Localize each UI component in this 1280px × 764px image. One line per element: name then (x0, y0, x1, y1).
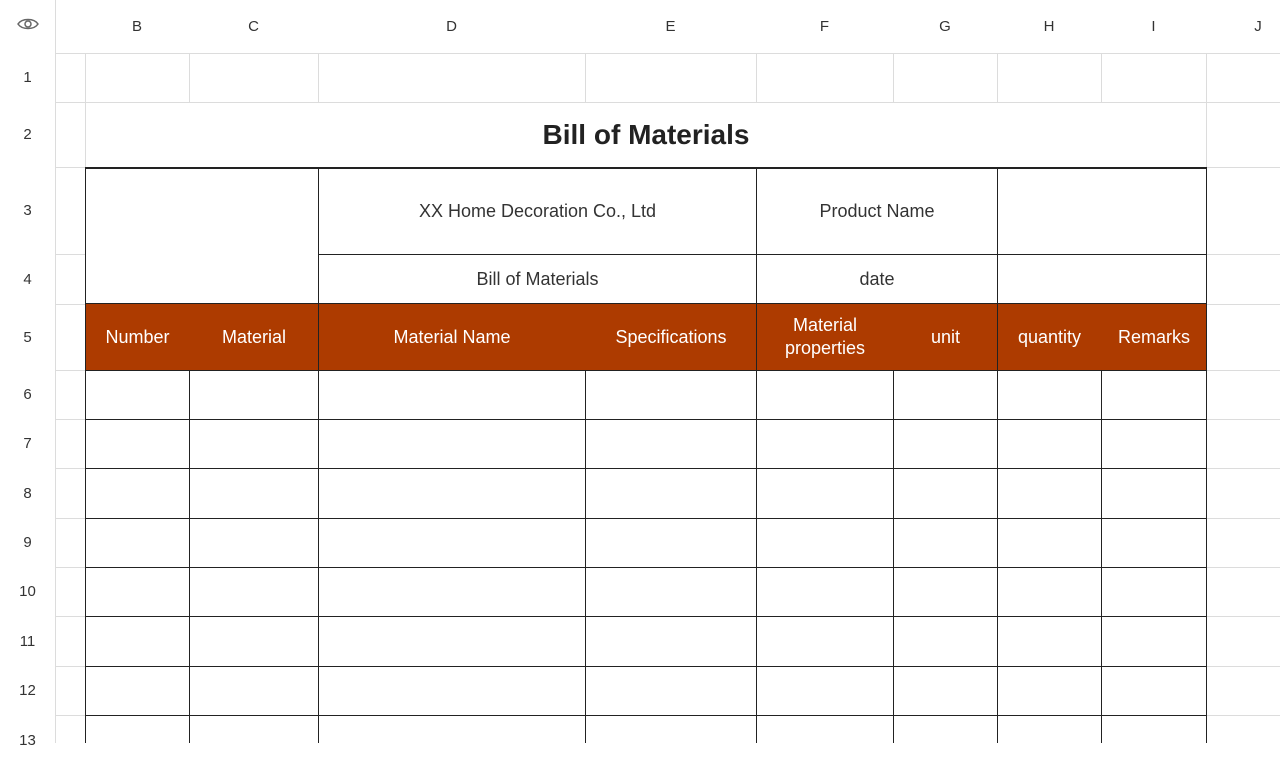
column-header-i[interactable]: I (1101, 0, 1206, 53)
header-specifications[interactable]: Specifications (585, 304, 757, 370)
column-header-f[interactable]: F (756, 0, 893, 53)
column-header-h[interactable]: H (997, 0, 1101, 53)
subtitle-cell[interactable]: Bill of Materials (319, 255, 756, 304)
row-header-13[interactable]: 13 (0, 715, 55, 764)
product-name-value-cell[interactable] (998, 168, 1206, 254)
row-header-3[interactable]: 3 (0, 167, 55, 254)
column-header-e[interactable]: E (585, 0, 756, 53)
row-header-6[interactable]: 6 (0, 370, 55, 419)
header-material-properties-line2: properties (784, 338, 866, 358)
row-header-12[interactable]: 12 (0, 666, 55, 715)
row-header-2[interactable]: 2 (0, 102, 55, 167)
row-header-11[interactable]: 11 (0, 616, 55, 666)
row-header-8[interactable]: 8 (0, 468, 55, 518)
header-remarks[interactable]: Remarks (1101, 304, 1207, 370)
header-number[interactable]: Number (85, 304, 190, 370)
row-header-7[interactable]: 7 (0, 419, 55, 468)
header-material-name[interactable]: Material Name (318, 304, 586, 370)
product-name-label-cell[interactable]: Product Name (757, 168, 997, 254)
sheet-title[interactable]: Bill of Materials (86, 103, 1206, 167)
header-unit[interactable]: unit (893, 304, 998, 370)
column-header-g[interactable]: G (893, 0, 997, 53)
row-header-4[interactable]: 4 (0, 254, 55, 304)
column-header-c[interactable]: C (189, 0, 318, 53)
header-material-properties[interactable]: Material properties (756, 304, 894, 370)
column-header-b[interactable]: B (85, 0, 189, 53)
row-header-5[interactable]: 5 (0, 304, 55, 370)
logo-cell[interactable] (86, 168, 318, 304)
header-material-properties-line1: Material (792, 315, 858, 335)
company-name-cell[interactable]: XX Home Decoration Co., Ltd (319, 168, 756, 254)
date-label-cell[interactable]: date (757, 255, 997, 304)
eye-icon[interactable] (16, 17, 39, 36)
row-header-1[interactable]: 1 (0, 53, 55, 102)
header-quantity[interactable]: quantity (997, 304, 1102, 370)
header-material[interactable]: Material (189, 304, 319, 370)
column-header-j[interactable]: J (1206, 0, 1280, 53)
date-value-cell[interactable] (998, 255, 1206, 304)
row-header-10[interactable]: 10 (0, 567, 55, 616)
select-all-corner[interactable] (0, 0, 55, 53)
row-header-9[interactable]: 9 (0, 518, 55, 567)
column-header-d[interactable]: D (318, 0, 585, 53)
